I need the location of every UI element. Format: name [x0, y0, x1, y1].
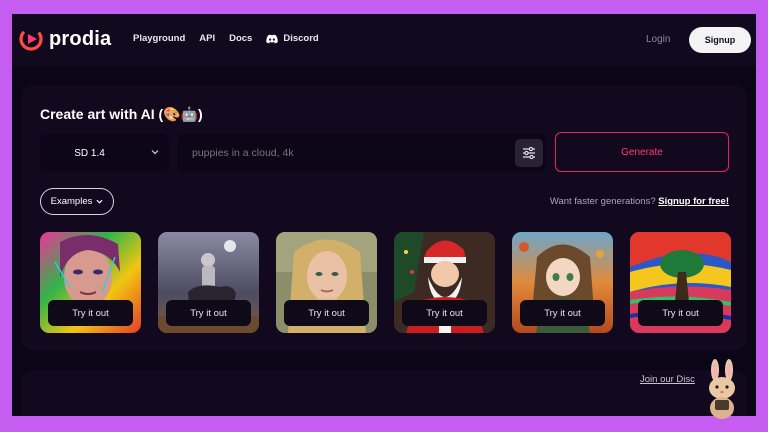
model-select-value: SD 1.4 — [74, 147, 105, 159]
chevron-down-icon — [96, 199, 103, 204]
example-tile-colorful-portrait[interactable]: Try it out — [40, 232, 141, 333]
signup-free-link[interactable]: Signup for free! — [658, 196, 729, 207]
settings-button[interactable] — [515, 139, 543, 167]
nav-link-api[interactable]: API — [199, 33, 215, 44]
signup-button[interactable]: Signup — [689, 27, 751, 53]
join-discord-link[interactable]: Join our Disc — [640, 374, 695, 385]
prompt-input[interactable] — [192, 145, 502, 161]
try-it-out-button[interactable]: Try it out — [166, 300, 251, 326]
example-tile-santa-claus[interactable]: Try it out — [394, 232, 495, 333]
prodia-logo-icon — [19, 27, 43, 51]
try-it-out-button[interactable]: Try it out — [284, 300, 369, 326]
try-it-out-button[interactable]: Try it out — [520, 300, 605, 326]
try-it-out-button[interactable]: Try it out — [48, 300, 133, 326]
nav-link-playground[interactable]: Playground — [133, 33, 185, 44]
logo[interactable]: prodia — [18, 26, 111, 52]
top-navbar: prodia Playground API Docs Discord Login… — [12, 14, 756, 66]
prompt-box — [178, 134, 546, 172]
example-tile-astronaut-horse[interactable]: Try it out — [158, 232, 259, 333]
discord-icon — [266, 34, 279, 43]
nav-link-discord[interactable]: Discord — [266, 33, 319, 44]
logo-text: prodia — [49, 27, 112, 50]
create-art-card: Create art with AI (🎨🤖) SD 1.4 Genera — [21, 85, 747, 351]
generate-button[interactable]: Generate — [555, 132, 729, 172]
model-select[interactable]: SD 1.4 — [40, 134, 169, 172]
nav-links: Playground API Docs Discord — [133, 33, 333, 44]
try-it-out-button[interactable]: Try it out — [638, 300, 723, 326]
examples-button[interactable]: Examples — [40, 188, 114, 215]
bunny-mascot-icon — [709, 359, 735, 419]
example-tile-anime-girl-autumn[interactable]: Try it out — [512, 232, 613, 333]
nav-link-discord-label: Discord — [283, 33, 319, 44]
examples-gallery: Try it out Try it out Try it out Try it … — [40, 232, 731, 333]
secondary-card — [21, 370, 747, 416]
faster-text: Want faster generations? — [549, 196, 656, 207]
sliders-icon — [523, 147, 535, 159]
example-tile-blonde-woman[interactable]: Try it out — [276, 232, 377, 333]
examples-label: Examples — [50, 196, 93, 207]
nav-link-docs[interactable]: Docs — [229, 33, 252, 44]
chevron-down-icon — [151, 150, 159, 155]
app-window: prodia Playground API Docs Discord Login… — [12, 14, 756, 416]
faster-generations-text: Want faster generations? Signup for free… — [550, 196, 729, 207]
example-tile-psychedelic-tree[interactable]: Try it out — [630, 232, 731, 333]
login-link[interactable]: Login — [646, 34, 670, 45]
page-title: Create art with AI (🎨🤖) — [40, 106, 203, 122]
try-it-out-button[interactable]: Try it out — [402, 300, 487, 326]
